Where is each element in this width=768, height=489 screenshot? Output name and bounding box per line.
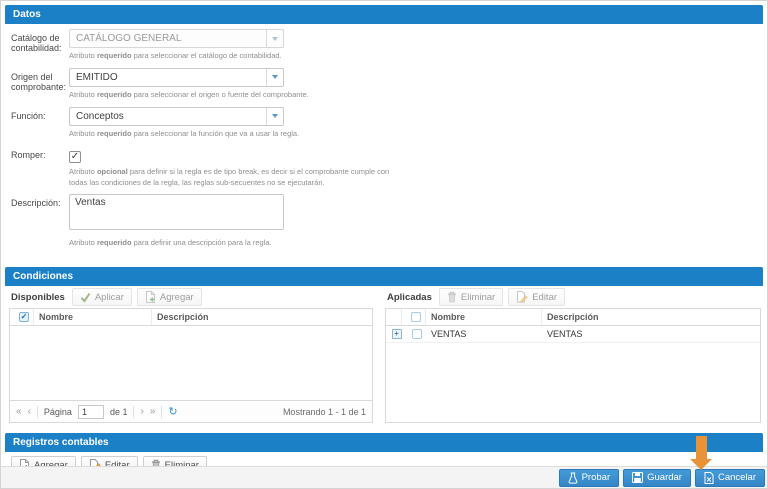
row-expander-icon[interactable]: + — [392, 329, 402, 339]
chevron-down-icon — [272, 114, 278, 118]
aplicadas-label: Aplicadas — [387, 292, 432, 303]
expander-column-header — [386, 309, 402, 325]
field-descripcion: Descripción: Ventas Atributo requerido p… — [11, 194, 763, 253]
panel-datos-header: Datos — [5, 5, 763, 24]
origen-combobox[interactable]: EMITIDO — [69, 68, 284, 87]
field-origen: Origen del comprobante: EMITIDO Atributo… — [11, 68, 763, 105]
funcion-value: Conceptos — [76, 111, 124, 122]
column-header-nombre[interactable]: Nombre — [34, 309, 152, 325]
flask-icon — [568, 472, 578, 484]
romper-label: Romper: — [11, 146, 69, 193]
save-disk-icon — [632, 472, 643, 483]
prev-page-button[interactable]: ‹ — [28, 406, 31, 417]
column-header-descripcion[interactable]: Descripción — [542, 309, 760, 325]
disponibles-select-all[interactable]: ✓ — [10, 309, 34, 325]
first-page-button[interactable]: « — [16, 406, 22, 417]
origen-value: EMITIDO — [76, 72, 118, 83]
panel-condiciones-header: Condiciones — [5, 267, 763, 286]
agregar-condicion-button[interactable]: Agregar — [137, 288, 202, 306]
funcion-label: Función: — [11, 107, 69, 144]
origen-dropdown-trigger[interactable] — [266, 69, 283, 86]
cell-descripcion: VENTAS — [542, 326, 760, 342]
aplicadas-select-all[interactable] — [402, 309, 426, 325]
field-catalogo: Catálogo de contabilidad: CATÁLOGO GENER… — [11, 29, 763, 66]
trash-icon — [447, 291, 457, 303]
checkmark-icon: ✓ — [21, 309, 28, 325]
refresh-icon[interactable]: ↻ — [168, 405, 177, 418]
catalogo-dropdown-trigger[interactable] — [266, 30, 283, 47]
paging-toolbar: « ‹ Página de 1 › » ↻ Mostrando 1 - 1 de… — [10, 400, 372, 422]
disponibles-grid-body — [10, 326, 372, 400]
table-row[interactable]: + VENTAS VENTAS — [386, 326, 760, 343]
field-romper: Romper: ✓ Atributo opcional para definir… — [11, 146, 763, 193]
field-funcion: Función: Conceptos Atributo requerido pa… — [11, 107, 763, 144]
chevron-down-icon — [272, 37, 278, 41]
aplicar-button[interactable]: Aplicar — [72, 288, 132, 306]
chevron-down-icon — [272, 75, 278, 79]
origen-help: Atributo requerido para seleccionar el o… — [69, 90, 309, 101]
disponibles-grid: ✓ Nombre Descripción « ‹ Página de 1 › — [9, 308, 373, 423]
eliminar-condicion-button[interactable]: Eliminar — [439, 288, 503, 306]
footer-toolbar: Probar Guardar Cancelar — [1, 466, 767, 488]
divider — [161, 406, 162, 418]
column-header-descripcion[interactable]: Descripción — [152, 309, 372, 325]
guardar-button[interactable]: Guardar — [623, 469, 691, 487]
origen-label: Origen del comprobante: — [11, 68, 69, 105]
cancelar-button[interactable]: Cancelar — [695, 469, 765, 487]
editar-condicion-button[interactable]: Editar — [508, 288, 565, 306]
aplicadas-grid-body — [386, 343, 760, 422]
descripcion-textarea[interactable]: Ventas — [69, 194, 284, 230]
divider — [133, 406, 134, 418]
funcion-help: Atributo requerido para seleccionar la f… — [69, 129, 299, 140]
apply-check-icon — [80, 292, 91, 303]
divider — [37, 406, 38, 418]
rule-editor-window: Datos Catálogo de contabilidad: CATÁLOGO… — [0, 0, 768, 489]
probar-button[interactable]: Probar — [559, 469, 620, 487]
panel-condiciones: Condiciones Disponibles Aplicar Agregar — [5, 267, 763, 429]
page-number-input[interactable] — [78, 405, 104, 419]
romper-checkbox[interactable]: ✓ — [69, 151, 81, 163]
panel-registros-header: Registros contables — [5, 433, 763, 452]
descripcion-label: Descripción: — [11, 194, 69, 253]
last-page-button[interactable]: » — [150, 406, 156, 417]
descripcion-help: Atributo requerido para definir una desc… — [69, 238, 284, 249]
edit-pencil-icon — [516, 291, 528, 303]
catalogo-value: CATÁLOGO GENERAL — [76, 33, 181, 44]
aplicadas-section: Aplicadas Eliminar Editar Nombre — [385, 286, 761, 423]
next-page-button[interactable]: › — [140, 406, 143, 417]
cell-nombre: VENTAS — [426, 326, 542, 342]
catalogo-help: Atributo requerido para seleccionar el c… — [69, 51, 284, 62]
funcion-combobox[interactable]: Conceptos — [69, 107, 284, 126]
cancel-document-icon — [704, 472, 714, 484]
pagina-label: Página — [44, 407, 72, 417]
add-document-icon — [145, 291, 156, 303]
romper-help: Atributo opcional para definir si la reg… — [69, 167, 399, 189]
disponibles-section: Disponibles Aplicar Agregar ✓ Nombre Des… — [9, 286, 373, 423]
page-count-label: de 1 — [110, 407, 128, 417]
row-checkbox[interactable] — [402, 326, 426, 342]
column-header-nombre[interactable]: Nombre — [426, 309, 542, 325]
paging-status: Mostrando 1 - 1 de 1 — [283, 407, 366, 417]
checkmark-icon: ✓ — [71, 152, 79, 162]
panel-datos: Datos Catálogo de contabilidad: CATÁLOGO… — [5, 5, 763, 262]
funcion-dropdown-trigger[interactable] — [266, 108, 283, 125]
aplicadas-grid: Nombre Descripción + VENTAS VENTAS — [385, 308, 761, 423]
disponibles-label: Disponibles — [11, 292, 65, 303]
catalogo-combobox[interactable]: CATÁLOGO GENERAL — [69, 29, 284, 48]
annotation-arrow-guardar — [690, 436, 712, 470]
catalogo-label: Catálogo de contabilidad: — [11, 29, 69, 66]
